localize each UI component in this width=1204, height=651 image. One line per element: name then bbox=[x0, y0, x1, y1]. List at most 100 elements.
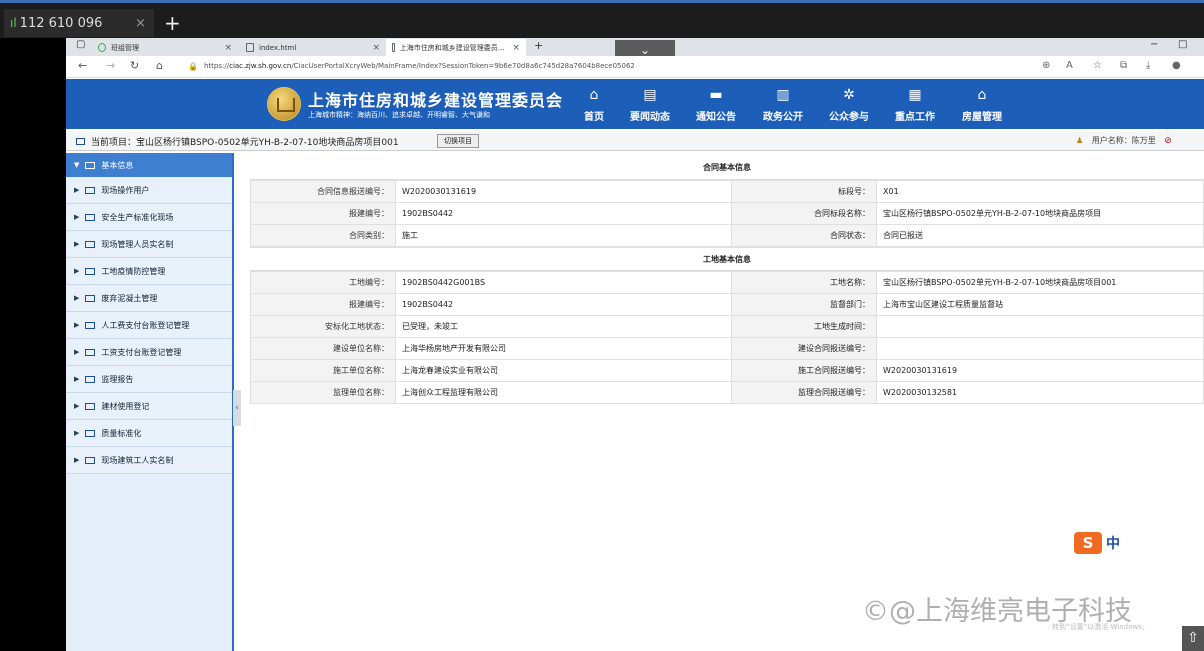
field-label: 报建编号： bbox=[250, 202, 396, 225]
windows-activation-notice: 转到“设置”以激活 Windows。 bbox=[1052, 623, 1149, 631]
home-icon: ⌂ bbox=[589, 87, 599, 103]
sidebar-item-worker-real-name[interactable]: ▶ 现场建筑工人实名制 bbox=[66, 447, 232, 474]
sidebar-item-site-operator-users[interactable]: ▶ 现场操作用户 bbox=[66, 177, 232, 204]
caret-right-icon: ▶ bbox=[74, 348, 80, 356]
sidebar-header-basic-info[interactable]: ▼ 基本信息 bbox=[66, 153, 232, 177]
field-value: 已受理，未竣工 bbox=[395, 315, 732, 338]
sidebar-item-manager-real-name[interactable]: ▶ 现场管理人员实名制 bbox=[66, 231, 232, 258]
folder-icon: ▬ bbox=[709, 87, 723, 103]
monitor-icon bbox=[85, 267, 96, 275]
site-favicon-icon bbox=[98, 43, 106, 52]
new-session-button[interactable]: + bbox=[164, 11, 181, 35]
nav-housing-management[interactable]: ⌂ 房屋管理 bbox=[951, 85, 1013, 124]
monitor-icon bbox=[85, 429, 96, 437]
remote-session-tab[interactable]: ıl 112 610 096 × bbox=[4, 9, 154, 37]
field-value: 1902BS0442G001BS bbox=[395, 271, 732, 294]
tab-construction-committee[interactable]: 上海市住房和城乡建设管理委员... × bbox=[386, 39, 526, 56]
sidebar-collapse-handle[interactable]: ‹ bbox=[233, 390, 241, 426]
tab-close-icon[interactable]: × bbox=[372, 43, 380, 53]
table-row: 建设单位名称： 上海华杨房地产开发有限公司 建设合同报送编号： bbox=[250, 337, 1204, 360]
window-menu-icon[interactable]: ▢ bbox=[76, 39, 85, 50]
nav-label: 房屋管理 bbox=[962, 112, 1002, 123]
nav-label: 重点工作 bbox=[895, 112, 935, 123]
bar-chart-icon: ▥ bbox=[776, 87, 790, 103]
table-row: 报建编号： 1902BS0442 合同标段名称： 宝山区杨行镇BSPO-0502… bbox=[250, 202, 1204, 225]
tab-team-management[interactable]: 班组管理 × bbox=[92, 39, 238, 56]
field-label: 安标化工地状态： bbox=[250, 315, 396, 338]
table-row: 施工单位名称： 上海龙春建设实业有限公司 施工合同报送编号： W20200301… bbox=[250, 359, 1204, 382]
url-field[interactable]: https://ciac.zjw.sh.gov.cn/CiacUserPorta… bbox=[204, 62, 635, 70]
maximize-button[interactable]: □ bbox=[1178, 39, 1187, 50]
monitor-icon bbox=[85, 321, 96, 329]
sidebar-item-supervision-report[interactable]: ▶ 监理报告 bbox=[66, 366, 232, 393]
caret-right-icon: ▶ bbox=[74, 240, 80, 248]
logout-icon[interactable]: ⊘ bbox=[1164, 136, 1172, 146]
table-row: 合同类别： 施工 合同状态： 合同已报送 bbox=[250, 224, 1204, 247]
sidebar-item-safety-standardization[interactable]: ▶ 安全生产标准化现场 bbox=[66, 204, 232, 231]
nav-government-affairs[interactable]: ▥ 政务公开 bbox=[752, 85, 814, 124]
monitor-icon bbox=[85, 375, 96, 383]
sogou-ime-icon[interactable]: S bbox=[1074, 532, 1102, 554]
browser-tab-bar: ▢ 班组管理 × index.html × 上海市住房和城乡建设管理委员... … bbox=[66, 38, 1204, 60]
back-button[interactable]: ← bbox=[78, 59, 87, 72]
read-aloud-icon[interactable]: A bbox=[1066, 60, 1073, 71]
nav-public-participation[interactable]: ✲ 公众参与 bbox=[818, 85, 880, 124]
site-header: 上海市住房和城乡建设管理委员会 上海城市精神：海纳百川、追求卓越、开明睿智、大气… bbox=[66, 79, 1204, 129]
caret-right-icon: ▶ bbox=[74, 321, 80, 329]
nav-label: 首页 bbox=[584, 112, 604, 123]
home-button[interactable]: ⌂ bbox=[156, 59, 163, 72]
nav-news[interactable]: ▤ 要闻动态 bbox=[619, 85, 681, 124]
remote-session-label: 112 610 096 bbox=[19, 15, 103, 31]
screen: ıl 112 610 096 × + ▢ 班组管理 × index.html ×… bbox=[0, 0, 1204, 651]
field-value bbox=[876, 337, 1204, 360]
field-value: 上海华杨房地产开发有限公司 bbox=[395, 337, 732, 360]
tab-close-icon[interactable]: × bbox=[512, 43, 520, 53]
collections-icon[interactable]: ⧉ bbox=[1120, 60, 1127, 71]
nav-label: 政务公开 bbox=[763, 112, 803, 123]
sidebar-item-quality-standardization[interactable]: ▶ 质量标准化 bbox=[66, 420, 232, 447]
field-label: 施工单位名称： bbox=[250, 359, 396, 382]
sidebar-item-label: 工资支付台账登记管理 bbox=[101, 347, 182, 357]
sidebar-item-epidemic-control[interactable]: ▶ 工地疫情防控管理 bbox=[66, 258, 232, 285]
monitor-icon bbox=[85, 161, 96, 169]
new-tab-button[interactable]: + bbox=[534, 39, 543, 52]
ime-toolbar[interactable]: S 中 bbox=[1074, 532, 1120, 554]
close-icon[interactable]: × bbox=[135, 16, 146, 31]
table-row: 合同信息报送编号： W2020030131619 标段号： X01 bbox=[250, 180, 1204, 203]
sidebar-item-labor-cost-ledger[interactable]: ▶ 人工费支付台账登记管理 bbox=[66, 312, 232, 339]
download-icon[interactable]: ⤓ bbox=[1146, 60, 1150, 71]
field-label: 报建编号： bbox=[250, 293, 396, 316]
current-project-bar: 当前项目：宝山区杨行镇BSPO-0502单元YH-B-2-07-10地块商品房项… bbox=[66, 131, 1204, 151]
favorite-icon[interactable]: ☆ bbox=[1093, 60, 1102, 71]
reload-button[interactable]: ↻ bbox=[130, 59, 139, 72]
nav-notices[interactable]: ▬ 通知公告 bbox=[685, 85, 747, 124]
current-project-label: 当前项目：宝山区杨行镇BSPO-0502单元YH-B-2-07-10地块商品房项… bbox=[76, 135, 399, 148]
forward-button[interactable]: → bbox=[106, 59, 115, 72]
switch-project-button[interactable]: 切换项目 bbox=[437, 134, 479, 148]
field-label: 监督部门： bbox=[731, 293, 877, 316]
minimize-button[interactable]: − bbox=[1150, 39, 1158, 50]
sidebar-item-waste-concrete[interactable]: ▶ 废弃泥凝土管理 bbox=[66, 285, 232, 312]
page-icon bbox=[246, 43, 254, 52]
sidebar-item-wage-ledger[interactable]: ▶ 工资支付台账登记管理 bbox=[66, 339, 232, 366]
sidebar-item-material-usage[interactable]: ▶ 建材使用登记 bbox=[66, 393, 232, 420]
profile-icon[interactable]: ● bbox=[1172, 60, 1181, 71]
monitor-icon bbox=[76, 138, 85, 145]
browser-window: ▢ 班组管理 × index.html × 上海市住房和城乡建设管理委员... … bbox=[66, 38, 1204, 651]
ime-language-toggle[interactable]: 中 bbox=[1106, 533, 1120, 553]
field-value: 上海创众工程监理有限公司 bbox=[395, 381, 732, 404]
nav-home[interactable]: ⌂ 首页 bbox=[563, 85, 625, 124]
nav-key-work[interactable]: ▦ 重点工作 bbox=[884, 85, 946, 124]
scroll-to-top-button[interactable]: ⇧ bbox=[1182, 626, 1204, 651]
caret-right-icon: ▶ bbox=[74, 429, 80, 437]
field-label: 建设单位名称： bbox=[250, 337, 396, 360]
caret-right-icon: ▶ bbox=[74, 267, 80, 275]
field-label: 施工合同报送编号： bbox=[731, 359, 877, 382]
contract-section-title: 合同基本信息 bbox=[250, 156, 1204, 180]
sidebar-item-label: 现场管理人员实名制 bbox=[101, 239, 174, 249]
sidebar-item-label: 废弃泥凝土管理 bbox=[101, 293, 158, 303]
tab-close-icon[interactable]: × bbox=[224, 43, 232, 53]
zoom-icon[interactable]: ⊕ bbox=[1042, 60, 1050, 71]
field-label: 监理单位名称： bbox=[250, 381, 396, 404]
tab-index-html[interactable]: index.html × bbox=[240, 39, 386, 56]
